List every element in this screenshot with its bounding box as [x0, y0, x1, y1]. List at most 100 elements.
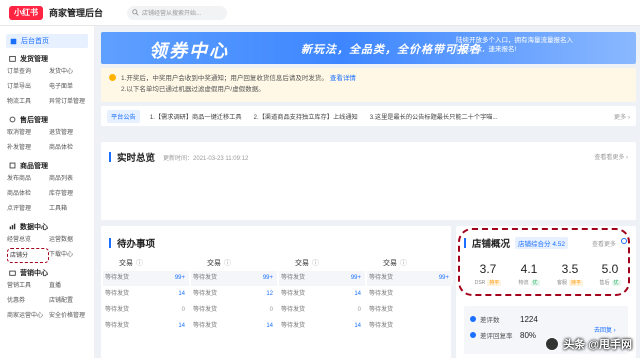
sidebar-group-marketing: 营销中心 营销工具 直播 优惠券 店铺配置 商家运营中心 安全价格管理 [0, 266, 94, 324]
search-input[interactable]: 店铺经营从搜索开始... [127, 5, 228, 20]
announcement-bar: 平台公告 1.【需求调研】商品一键迁移工具 2.【渠道商品支持独立库存】上线通知… [101, 106, 636, 126]
sidebar-item[interactable]: 商家运营中心 [7, 309, 49, 324]
todo-row[interactable]: 等待发货 14 [103, 319, 189, 334]
todo-row[interactable]: 等待发货 0 [103, 303, 189, 318]
sidebar-group-header[interactable]: 数据中心 [0, 220, 94, 233]
highlight-annotation [458, 228, 630, 296]
sidebar-item[interactable]: 补发管理 [7, 141, 49, 156]
bullet-icon [470, 332, 476, 338]
chart-icon [9, 223, 16, 230]
todo-column: 交易 ⓘ 等待发货 99+ 等待发货 14 等待发货 0 等待发货 14 [103, 258, 189, 335]
sidebar-item[interactable]: 库存管理 [49, 187, 91, 202]
sidebar-item[interactable]: 直播 [49, 279, 91, 294]
sidebar-item[interactable]: 商品列表 [49, 172, 91, 187]
sidebar-group-shipping: 发货管理 订单查询 发货中心 订单导出 电子面单 物流工具 异常订单管理 [0, 52, 94, 110]
todo-card: 待办事项 交易 ⓘ 等待发货 99+ 等待发货 14 等待发货 0 等待发货 14 交易 ⓘ… [101, 226, 453, 358]
sidebar-group-header[interactable]: 发货管理 [0, 52, 94, 65]
sidebar-item[interactable]: 工具箱 [49, 202, 91, 217]
todo-column: 交易 ⓘ 等待发货 99+ 等待发货 等待发货 等待发货 [367, 258, 453, 335]
info-icon: ⓘ [312, 260, 319, 267]
todo-row[interactable]: 等待发货 99+ [279, 271, 365, 286]
todo-row[interactable]: 等待发货 0 [279, 303, 365, 318]
todo-column-header: 交易 ⓘ [295, 260, 319, 267]
todo-row[interactable]: 等待发货 12 [191, 287, 277, 302]
sidebar-item[interactable]: 取消管理 [7, 126, 49, 141]
info-icon: ⓘ [224, 260, 231, 267]
sidebar-item[interactable]: 下载中心 [49, 248, 91, 263]
todo-row[interactable]: 等待发货 99+ [103, 271, 189, 286]
sidebar-item[interactable]: 订单导出 [7, 80, 49, 95]
bullet-icon [470, 316, 476, 322]
todo-row[interactable]: 等待发货 99+ [367, 271, 453, 286]
sidebar-group-data: 数据中心 经营总览 运营数据 店铺分 下载中心 [0, 220, 94, 263]
eval-row: 差评回复率 80% [470, 330, 536, 340]
sidebar-item-home[interactable]: 后台首页 [6, 34, 88, 48]
todo-row[interactable]: 等待发货 14 [279, 319, 365, 334]
sidebar-item[interactable]: 安全价格管理 [49, 309, 91, 324]
notice-line-2: 2.以下名单均已通过机器过滤虚假用户/虚假数据。 [121, 86, 265, 93]
sidebar-item[interactable]: 订单查询 [7, 65, 49, 80]
reply-link[interactable]: 去回复 › [594, 325, 616, 334]
notice-detail-link[interactable]: 查看详情 [330, 75, 356, 82]
annotation-arrow [621, 238, 627, 244]
banner-subtitle: 新玩法，全品类，全价格带可报名 [301, 44, 481, 56]
announcement-item[interactable]: 3.这里是最长的公告标题最长只能二十个字喵... [370, 112, 498, 121]
promo-banner[interactable]: 领券中心 新玩法，全品类，全价格带可报名 陆续开放多个入口，拥有海量流量报名入口… [101, 32, 636, 64]
eval-row: 差评数 1224 [470, 314, 538, 324]
sidebar-item[interactable]: 物流工具 [7, 95, 49, 110]
sidebar-item[interactable]: 退货管理 [49, 126, 91, 141]
sidebar-group-header[interactable]: 售后管理 [0, 113, 94, 126]
todo-row[interactable]: 等待发货 0 [191, 303, 277, 318]
sidebar-item[interactable]: 运营数据 [49, 233, 91, 248]
notice-line-1: 1.开奖后，中奖用户会收到中奖通知；用户回复收货信息后请及时发货。 [121, 75, 328, 82]
sidebar-item[interactable]: 营销工具 [7, 279, 49, 294]
sidebar-group-header[interactable]: 商品管理 [0, 159, 94, 172]
info-icon: ⓘ [136, 260, 143, 267]
sidebar-item[interactable]: 经营总览 [7, 233, 49, 248]
sidebar-item-label: 后台首页 [21, 38, 49, 45]
top-bar: 小红书 商家管理后台 店铺经营从搜索开始... [0, 0, 640, 26]
announcement-more-link[interactable]: 更多 › [614, 112, 630, 121]
todo-column: 交易 ⓘ 等待发货 99+ 等待发货 12 等待发货 0 等待发货 14 [191, 258, 277, 335]
todo-row[interactable]: 等待发货 [367, 303, 453, 318]
sidebar-group-aftersale: 售后管理 取消管理 退货管理 补发管理 商品体检 [0, 113, 94, 156]
todo-row[interactable]: 等待发货 14 [103, 287, 189, 302]
warning-icon [109, 74, 116, 81]
main-content: 领券中心 新玩法，全品类，全价格带可报名 陆续开放多个入口，拥有海量流量报名入口… [101, 32, 636, 126]
search-placeholder: 店铺经营从搜索开始... [142, 11, 202, 17]
sidebar-item[interactable]: 电子面单 [49, 80, 91, 95]
banner-title: 领券中心 [149, 41, 229, 61]
announcement-tag: 平台公告 [107, 109, 140, 123]
app-title: 商家管理后台 [49, 8, 104, 18]
refresh-icon [9, 116, 16, 123]
realtime-title: 实时总览 [117, 153, 156, 164]
todo-title: 待办事项 [117, 239, 156, 250]
sidebar-item[interactable]: 商品体检 [7, 187, 49, 202]
sidebar-group-products: 商品管理 发布商品 商品列表 商品体检 库存管理 点评管理 工具箱 [0, 159, 94, 217]
todo-row[interactable]: 等待发货 99+ [191, 271, 277, 286]
sidebar-item[interactable]: 商品体检 [49, 141, 91, 156]
sidebar-item[interactable]: 发货中心 [49, 65, 91, 80]
sidebar-group-header[interactable]: 营销中心 [0, 266, 94, 279]
todo-row[interactable]: 等待发货 14 [279, 287, 365, 302]
sidebar-item[interactable]: 点评管理 [7, 202, 49, 217]
sidebar: 后台首页 发货管理 订单查询 发货中心 订单导出 电子面单 物流工具 异常订单管… [0, 26, 95, 358]
sidebar-item[interactable]: 异常订单管理 [49, 95, 91, 110]
sidebar-item[interactable]: 优惠券 [7, 294, 49, 309]
search-icon [132, 9, 139, 16]
announcement-item[interactable]: 1.【需求调研】商品一键迁移工具 [150, 112, 242, 121]
realtime-card: 实时总览 更新时间：2021-03-23 11:09:12 查看看更多 › [101, 142, 636, 220]
todo-column-header: 交易 ⓘ [207, 260, 231, 267]
box-icon [9, 55, 16, 62]
todo-row[interactable]: 等待发货 [367, 319, 453, 334]
todo-row[interactable]: 等待发货 14 [191, 319, 277, 334]
todo-row[interactable]: 等待发货 [367, 287, 453, 302]
realtime-more-link[interactable]: 查看看更多 › [594, 152, 628, 161]
sidebar-item[interactable]: 发布商品 [7, 172, 49, 187]
sidebar-item[interactable]: 店铺配置 [49, 294, 91, 309]
gift-icon [9, 270, 16, 276]
sidebar-item-shop-score[interactable]: 店铺分 [7, 248, 49, 263]
home-icon [10, 38, 17, 44]
announcement-item[interactable]: 2.【渠道商品支持独立库存】上线通知 [254, 112, 358, 121]
brand-logo[interactable]: 小红书 [9, 5, 43, 20]
